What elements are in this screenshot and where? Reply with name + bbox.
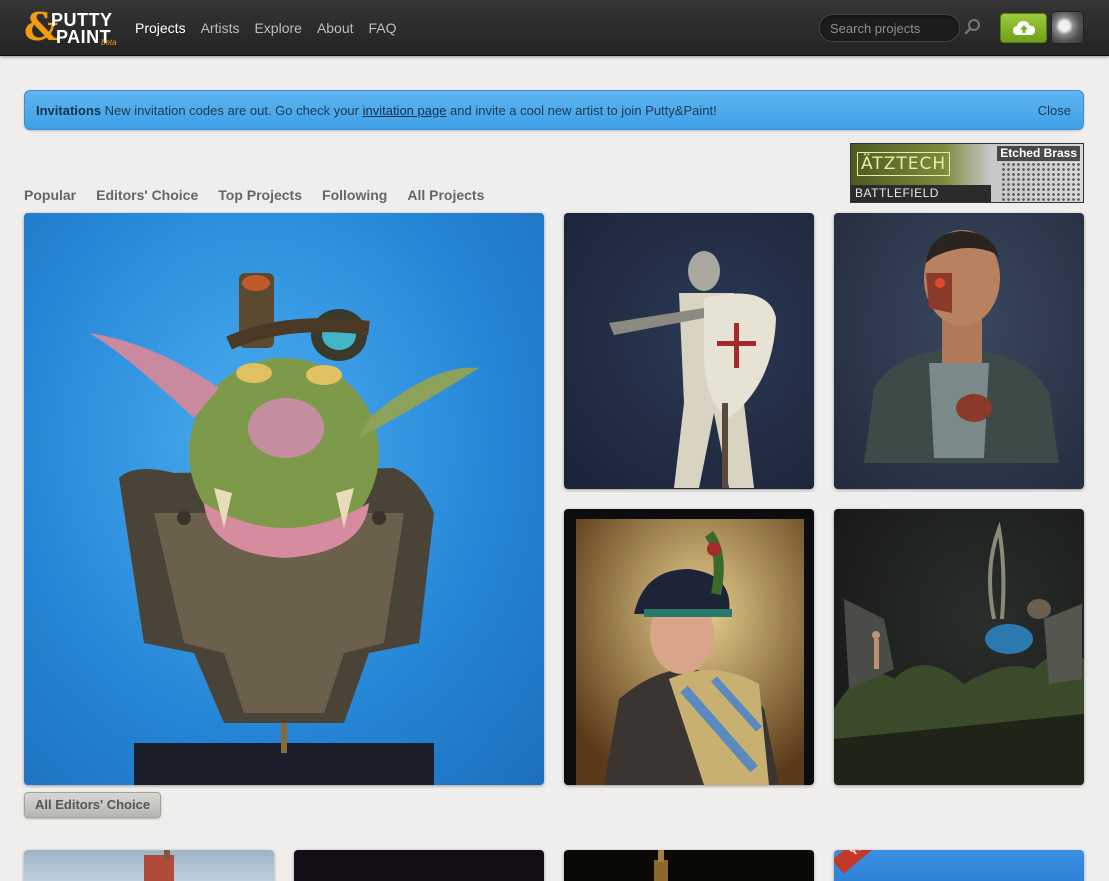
goblin-bust-image	[89, 273, 479, 785]
cyborg-bust-image	[864, 230, 1059, 463]
invitation-page-link[interactable]: invitation page	[363, 103, 447, 118]
search-input[interactable]	[819, 14, 960, 42]
project-tile-crusader-knight[interactable]	[564, 213, 814, 489]
project-filter-tabs: Popular Editors' Choice Top Projects Fol…	[24, 187, 484, 203]
logo-beta-label: beta	[101, 38, 117, 47]
putty-paint-logo[interactable]: & PUTTY PAINT beta	[24, 7, 119, 48]
ad-brand: ÄTZTECH	[857, 152, 951, 176]
tab-following[interactable]: Following	[322, 187, 387, 203]
ad-banner[interactable]: ÄTZTECH Etched Brass BATTLEFIELD SCENERY	[850, 143, 1084, 203]
highlander-bust-image	[576, 519, 804, 785]
ad-mesh-pattern	[1001, 162, 1081, 202]
bottom-1-image	[144, 850, 174, 881]
project-tile-bottom-3[interactable]	[564, 850, 814, 881]
alert-title: Invitations	[36, 103, 102, 118]
project-tile-fantasy-diorama[interactable]	[834, 509, 1084, 785]
ad-product: Etched Brass	[997, 146, 1080, 161]
invitation-alert: Invitations New invitation codes are out…	[24, 90, 1084, 130]
nav-about[interactable]: About	[317, 19, 354, 37]
project-tile-bottom-1[interactable]	[24, 850, 274, 881]
nav-artists[interactable]: Artists	[201, 19, 240, 37]
alert-message: Invitations New invitation codes are out…	[36, 103, 717, 119]
project-tile-goblin-bust[interactable]	[24, 213, 544, 785]
top-navbar: & PUTTY PAINT beta Projects Artists Expl…	[0, 0, 1109, 56]
alert-text-after: and invite a cool new artist to join Put…	[446, 103, 717, 118]
tab-top-projects[interactable]: Top Projects	[218, 187, 302, 203]
project-tile-bottom-4[interactable]: YOU	[834, 850, 1084, 881]
alert-text-before: New invitation codes are out. Go check y…	[101, 103, 363, 118]
tab-all-projects[interactable]: All Projects	[407, 187, 484, 203]
project-tile-highlander-bust[interactable]	[564, 509, 814, 785]
fantasy-diorama-image	[834, 521, 1084, 785]
nav-faq[interactable]: FAQ	[369, 19, 397, 37]
all-editors-choice-button[interactable]: All Editors' Choice	[24, 792, 162, 818]
crusader-knight-image	[609, 251, 776, 488]
ad-tagline: BATTLEFIELD SCENERY	[851, 185, 991, 202]
project-tile-cyborg-bust[interactable]	[834, 213, 1084, 489]
you-ribbon: YOU	[834, 850, 890, 874]
nav-explore[interactable]: Explore	[254, 19, 301, 37]
upload-button[interactable]	[1000, 13, 1047, 43]
user-avatar[interactable]	[1051, 11, 1084, 44]
alert-close-button[interactable]: Close	[1038, 103, 1071, 119]
search-icon[interactable]	[963, 17, 983, 37]
tab-popular[interactable]: Popular	[24, 187, 76, 203]
tab-editors-choice[interactable]: Editors' Choice	[96, 187, 198, 203]
project-tile-bottom-2[interactable]	[294, 850, 544, 881]
main-nav: Projects Artists Explore About FAQ	[135, 19, 397, 37]
nav-projects[interactable]: Projects	[135, 19, 186, 37]
bottom-3-image	[654, 850, 668, 881]
cloud-upload-icon	[1013, 21, 1035, 35]
